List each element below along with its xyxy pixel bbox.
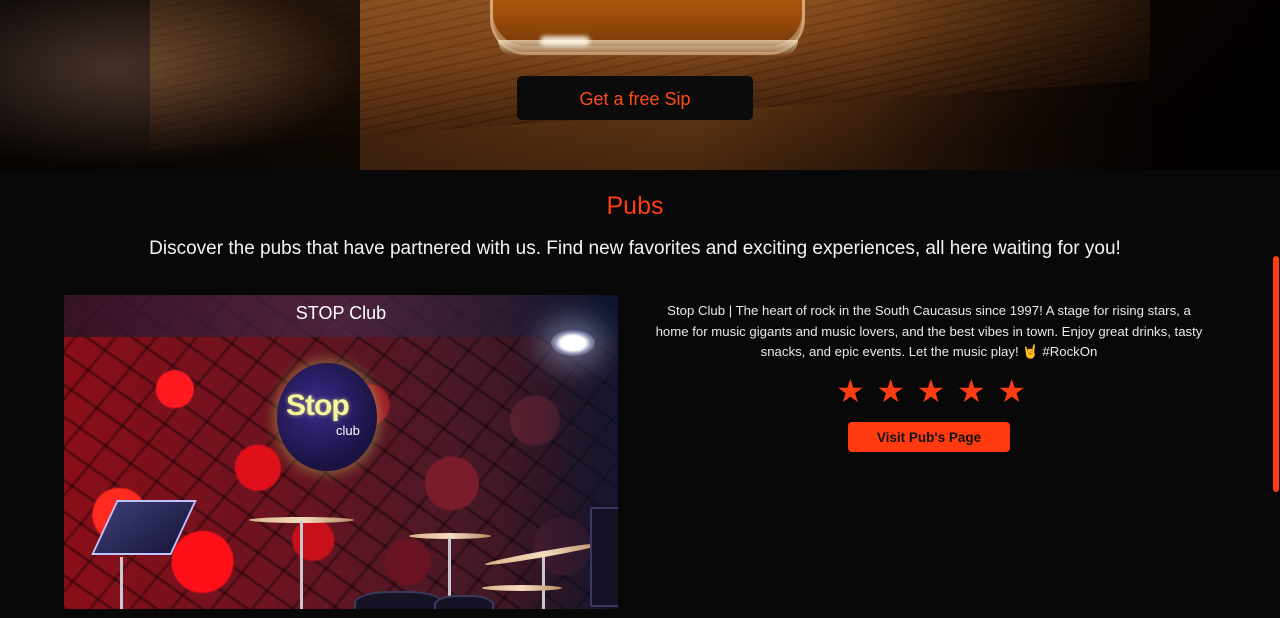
get-free-sip-button[interactable]: Get a free Sip: [517, 76, 753, 120]
star-icon: ★: [916, 372, 946, 410]
hero-shadow-right: [860, 0, 1280, 170]
music-stand-pole: [120, 557, 123, 609]
whisky-glass-shine: [540, 36, 590, 46]
visit-pub-page-button[interactable]: Visit Pub's Page: [848, 422, 1010, 452]
section-title: Pubs: [606, 192, 664, 220]
pub-name: STOP Club: [295, 303, 387, 323]
star-icon: ★: [876, 372, 906, 410]
star-icon: ★: [997, 372, 1026, 410]
hero-banner: Get a free Sip: [0, 0, 1280, 170]
pub-image[interactable]: Stop club: [64, 295, 618, 609]
amplifier-icon: [590, 507, 618, 607]
drum-icon: [354, 591, 444, 609]
page-scrollbar[interactable]: [1270, 0, 1280, 618]
cymbal-icon: [482, 585, 562, 591]
pub-description: Stop Club | The heart of rock in the Sou…: [655, 303, 1203, 359]
drum-icon: [434, 595, 494, 609]
star-icon: ★: [956, 372, 986, 410]
hero-shadow-left: [0, 0, 360, 170]
scrollbar-thumb[interactable]: [1273, 256, 1279, 492]
star-rating: ★ ★ ★ ★ ★: [836, 373, 1026, 409]
cymbal-stand: [542, 557, 545, 609]
star-icon: ★: [836, 372, 865, 410]
logo-word: Stop: [286, 389, 350, 422]
spotlight-icon: [551, 330, 595, 356]
logo-subword: club: [336, 423, 360, 438]
pubs-section: Pubs Discover the pubs that have partner…: [0, 170, 1280, 618]
section-subtitle: Discover the pubs that have partnered wi…: [149, 238, 1121, 259]
cymbal-stand: [300, 521, 303, 609]
